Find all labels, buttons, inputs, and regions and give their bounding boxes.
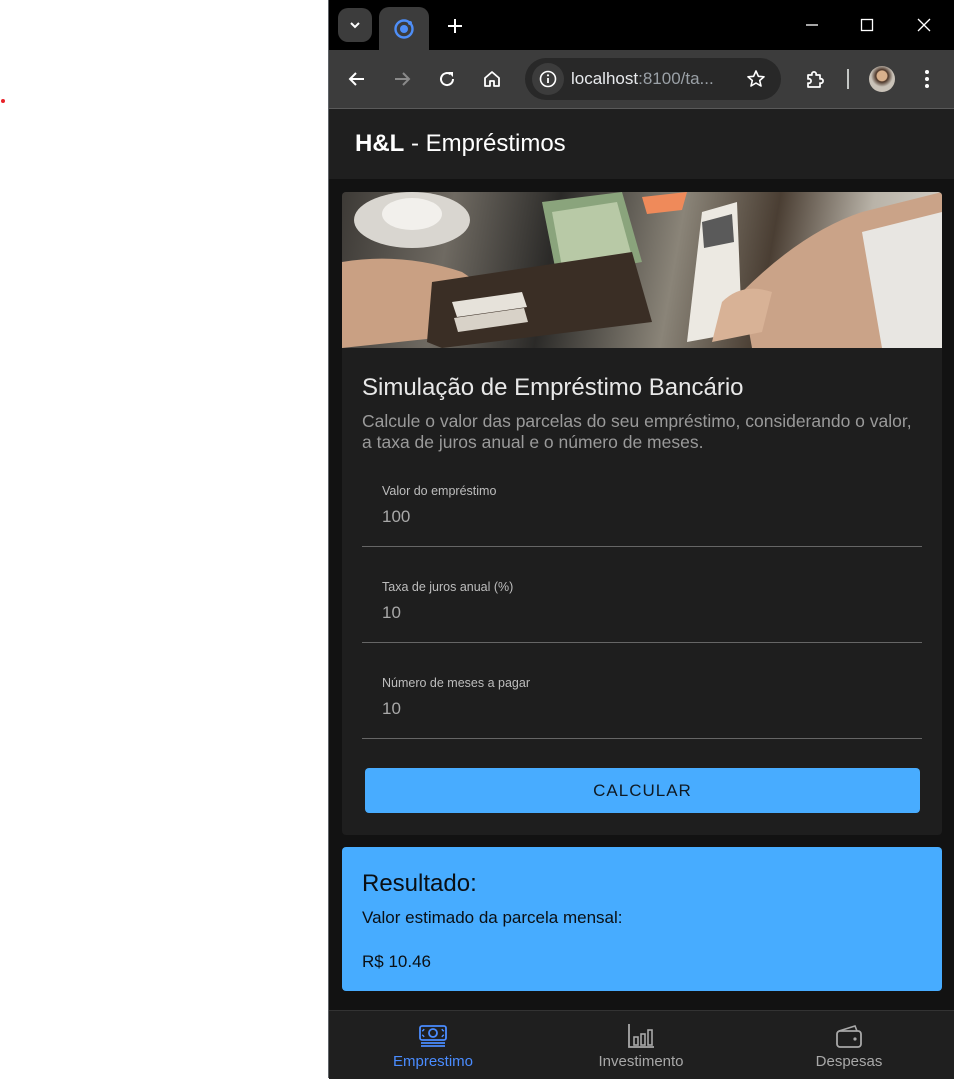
site-info-button[interactable] — [532, 63, 564, 95]
app-header: H&L - Empréstimos — [329, 109, 954, 179]
calculate-button[interactable]: CALCULAR — [365, 768, 920, 813]
browser-toolbar: localhost:8100/ta... — [329, 50, 954, 109]
reload-icon — [440, 72, 455, 87]
interest-rate-field[interactable]: Taxa de juros anual (%) — [362, 570, 922, 643]
months-label: Número de meses a pagar — [382, 676, 530, 690]
page-title-section: - Empréstimos — [404, 130, 566, 157]
address-bar[interactable]: localhost:8100/ta... — [525, 58, 781, 100]
tab-emprestimo-label: Emprestimo — [392, 1053, 474, 1070]
red-dot-marker — [1, 99, 5, 103]
interest-rate-input[interactable] — [382, 603, 882, 623]
maximize-icon — [860, 18, 874, 32]
tab-search-button[interactable] — [338, 8, 372, 42]
close-window-button[interactable] — [901, 10, 947, 40]
reload-button[interactable] — [431, 63, 463, 95]
loan-amount-input[interactable] — [382, 507, 882, 527]
months-input[interactable] — [382, 699, 882, 719]
app-content: H&L - Empréstimos Simulação de Empréstim… — [329, 109, 954, 1079]
more-vertical-icon — [925, 70, 929, 88]
page-title: H&L - Empréstimos — [355, 130, 566, 158]
result-title: Resultado: — [362, 870, 477, 897]
forward-button[interactable] — [386, 63, 418, 95]
minimize-icon — [806, 24, 818, 26]
close-icon — [917, 18, 931, 32]
browser-window: localhost:8100/ta... H&L - Empréstimos S… — [328, 0, 954, 1079]
tab-emprestimo[interactable]: Emprestimo — [329, 1011, 537, 1079]
result-label: Valor estimado da parcela mensal: — [362, 908, 623, 927]
toolbar-separator — [847, 69, 849, 89]
bookmark-button[interactable] — [743, 66, 769, 92]
profile-avatar[interactable] — [869, 66, 895, 92]
new-tab-button[interactable] — [441, 12, 469, 40]
extensions-button[interactable] — [800, 63, 832, 95]
hero-image — [342, 192, 942, 348]
url-path: :8100/ta... — [638, 69, 714, 88]
tab-investimento-label: Investimento — [598, 1053, 684, 1070]
plus-icon — [448, 19, 462, 33]
loan-amount-label: Valor do empréstimo — [382, 484, 497, 498]
loan-amount-field[interactable]: Valor do empréstimo — [362, 474, 922, 547]
star-icon — [747, 70, 765, 87]
chevron-down-icon — [350, 22, 360, 29]
bottom-tab-bar: Emprestimo Investimento Despesas — [329, 1010, 954, 1079]
bar-chart-icon — [628, 1024, 654, 1048]
tab-despesas[interactable]: Despesas — [745, 1011, 953, 1079]
browser-titlebar — [329, 0, 954, 50]
home-button[interactable] — [476, 63, 508, 95]
result-card: Resultado: Valor estimado da parcela men… — [342, 847, 942, 991]
tab-despesas-label: Despesas — [815, 1053, 883, 1070]
result-value: R$ 10.46 — [362, 952, 431, 971]
back-button[interactable] — [341, 63, 373, 95]
puzzle-icon — [807, 71, 824, 88]
browser-tab-active[interactable] — [379, 7, 429, 50]
info-icon — [539, 70, 557, 88]
tab-investimento[interactable]: Investimento — [537, 1011, 745, 1079]
hero-illustration — [342, 192, 942, 348]
browser-menu-button[interactable] — [911, 63, 943, 95]
ionic-logo-icon — [394, 18, 414, 39]
arrow-left-icon — [348, 72, 364, 86]
maximize-button[interactable] — [844, 10, 890, 40]
card-title: Simulação de Empréstimo Bancário — [362, 374, 744, 401]
minimize-button[interactable] — [789, 10, 835, 40]
cash-icon — [419, 1025, 447, 1047]
arrow-right-icon — [395, 72, 411, 86]
months-field[interactable]: Número de meses a pagar — [362, 666, 922, 739]
wallet-icon — [836, 1025, 862, 1048]
page-title-brand: H&L — [355, 130, 405, 157]
loan-card: Simulação de Empréstimo Bancário Calcule… — [342, 192, 942, 835]
url-text[interactable]: localhost:8100/ta... — [571, 69, 714, 89]
url-host: localhost — [571, 69, 639, 88]
home-icon — [484, 71, 500, 87]
card-subtitle: Calcule o valor das parcelas do seu empr… — [362, 411, 912, 452]
interest-rate-label: Taxa de juros anual (%) — [382, 580, 514, 594]
